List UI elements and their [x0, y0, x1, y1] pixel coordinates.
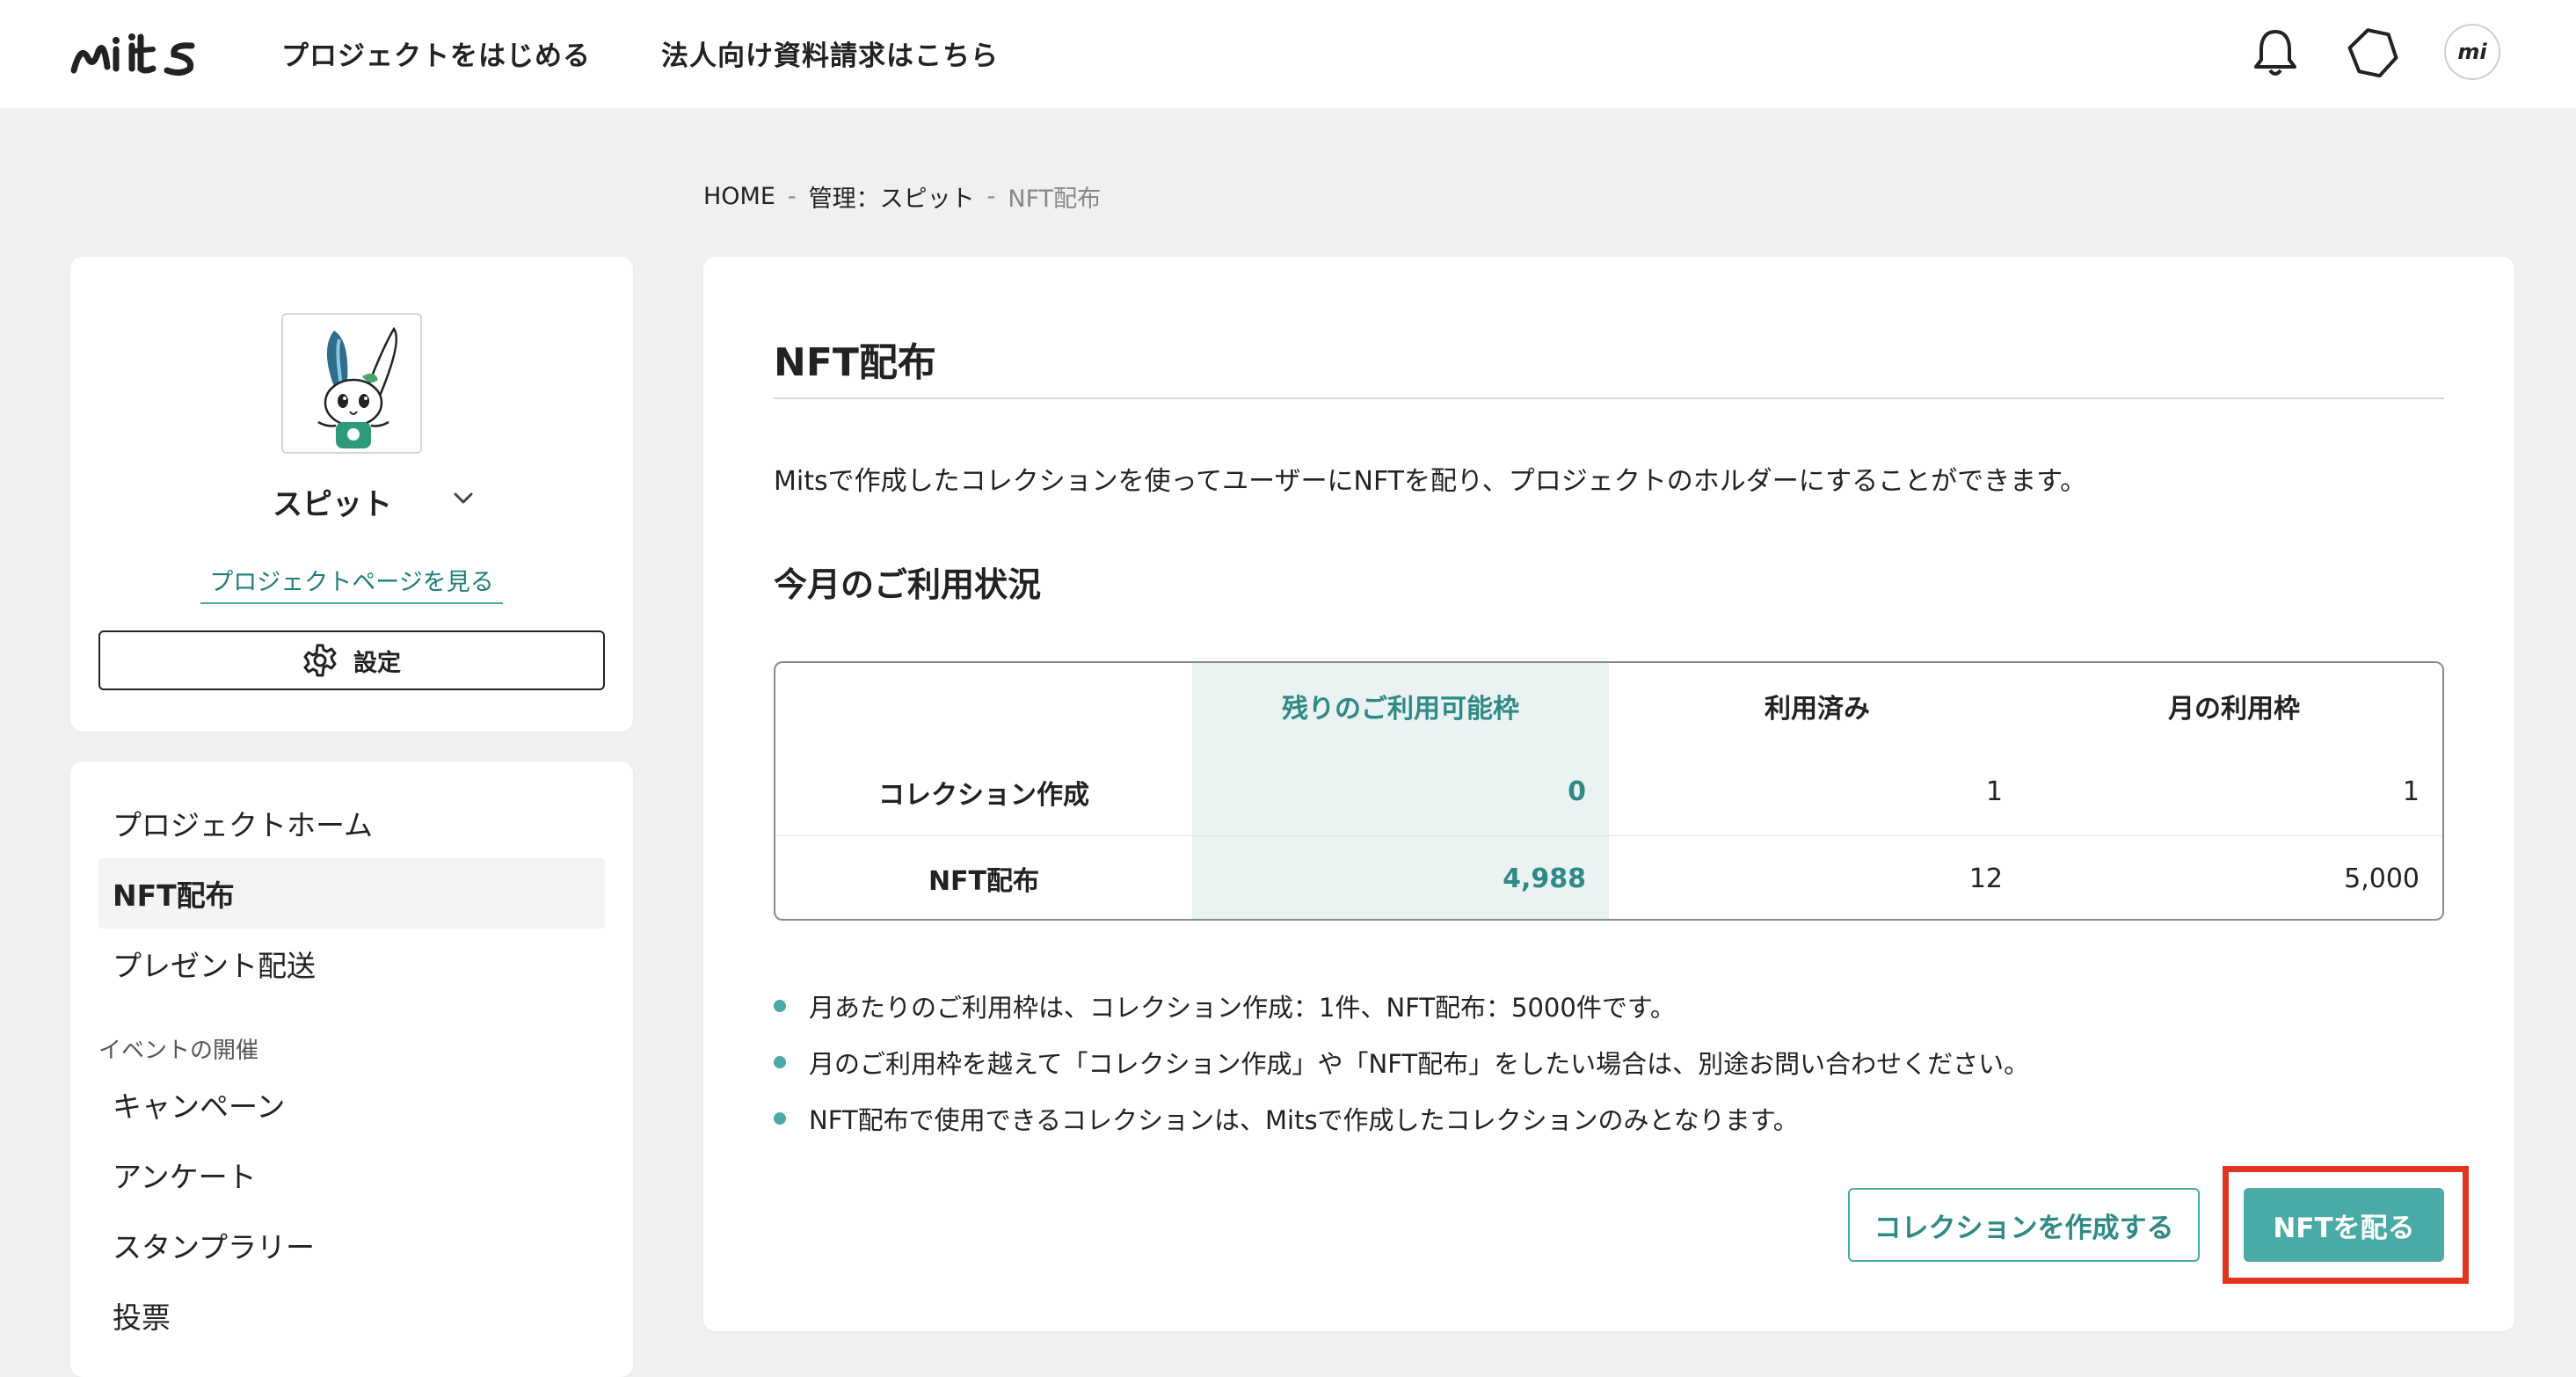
gear-icon [303, 644, 337, 677]
top-header: プロジェクトをはじめる 法人向け資料請求はこちら mi [0, 0, 2576, 108]
notes-list: 月あたりのご利用枠は、コレクション作成：1件、NFT配布：5000件です。 月の… [774, 978, 2029, 1147]
project-thumbnail [281, 313, 422, 454]
user-avatar[interactable]: mi [2444, 24, 2500, 80]
rabbit-mascot-image [317, 326, 398, 448]
sidebar-item-label: スタンプラリー [113, 1230, 316, 1264]
limit-value: 5,000 [2026, 834, 2442, 919]
table-header-row: 残りのご利用可能枠 利用済み 月の利用枠 [775, 663, 2442, 749]
row-label: コレクション作成 [878, 779, 1089, 811]
sidebar-item-present-delivery[interactable]: プレゼント配送 [98, 929, 605, 999]
usage-section-title: 今月のご利用状況 [774, 565, 1042, 604]
used-value: 12 [1609, 834, 2026, 919]
hexagon-icon[interactable] [2346, 28, 2400, 77]
sidebar-item-label: プレゼント配送 [113, 949, 316, 983]
chevron-down-icon[interactable] [450, 487, 477, 508]
sidebar-section-events: イベントの開催 [98, 1038, 259, 1064]
sidebar-item-campaign[interactable]: キャンペーン [98, 1069, 605, 1140]
sidebar-item-survey[interactable]: アンケート [98, 1140, 605, 1210]
sidebar-item-label: 投票 [113, 1300, 171, 1335]
project-card: スピット プロジェクトページを見る 設定 [70, 257, 633, 732]
sidebar-item-vote[interactable]: 投票 [98, 1280, 605, 1351]
list-item: 月あたりのご利用枠は、コレクション作成：1件、NFT配布：5000件です。 [774, 978, 2029, 1034]
sidebar-item-label: アンケート [113, 1160, 257, 1194]
project-page-link[interactable]: プロジェクトページを見る [200, 563, 503, 604]
bullet-icon [774, 1112, 786, 1125]
breadcrumb-home[interactable]: HOME [703, 183, 775, 210]
table-header-remaining: 残りのご利用可能枠 [1192, 663, 1609, 749]
row-label: NFT配布 [775, 834, 1192, 919]
breadcrumb: HOME - 管理：スピット - NFT配布 [703, 179, 1101, 214]
project-name: スピット [273, 487, 392, 522]
limit-value: 1 [2402, 776, 2420, 808]
usage-table: 残りのご利用可能枠 利用済み 月の利用枠 コレクション作成 0 1 1 NFT配… [774, 661, 2444, 921]
list-item: 月のご利用枠を越えて「コレクション作成」や「NFT配布」をしたい場合は、別途お問… [774, 1034, 2029, 1090]
bullet-icon [774, 1000, 786, 1012]
table-row: コレクション作成 0 1 1 [775, 749, 2442, 835]
page-title: NFT配布 [774, 340, 936, 385]
sidebar-item-label: キャンペーン [113, 1089, 286, 1124]
distribute-nft-button[interactable]: NFTを配る [2244, 1188, 2444, 1262]
bell-icon[interactable] [2251, 26, 2300, 79]
sidebar-item-label: NFT配布 [113, 878, 235, 913]
list-item: NFT配布で使用できるコレクションは、Mitsで作成したコレクションのみとなりま… [774, 1090, 2029, 1147]
remaining-value: 4,988 [1192, 834, 1609, 919]
note-text: 月あたりのご利用枠は、コレクション作成：1件、NFT配布：5000件です。 [809, 993, 1676, 1023]
sidebar-item-nft-distribution[interactable]: NFT配布 [98, 858, 605, 929]
sidebar-menu: プロジェクトホーム NFT配布 プレゼント配送 イベントの開催 キャンペーン ア… [70, 761, 633, 1377]
note-text: NFT配布で使用できるコレクションは、Mitsで作成したコレクションのみとなりま… [809, 1105, 1799, 1135]
used-value: 1 [1985, 776, 2003, 808]
table-row: NFT配布 4,988 12 5,000 [775, 834, 2442, 919]
nav-start-project[interactable]: プロジェクトをはじめる [281, 33, 591, 73]
avatar-label: mi [2457, 40, 2487, 64]
bullet-icon [774, 1056, 786, 1068]
breadcrumb-current: NFT配布 [1008, 186, 1102, 213]
page-description: Mitsで作成したコレクションを使ってユーザーにNFTを配り、プロジェクトのホル… [774, 466, 2087, 497]
table-header-empty [775, 663, 1192, 749]
settings-label: 設定 [353, 649, 401, 677]
mits-logo[interactable] [69, 25, 215, 79]
nav-corporate-docs[interactable]: 法人向け資料請求はこちら [661, 33, 999, 73]
sidebar-item-label: プロジェクトホーム [113, 808, 374, 842]
sidebar-item-stamp-rally[interactable]: スタンプラリー [98, 1210, 605, 1280]
create-collection-button[interactable]: コレクションを作成する [1848, 1188, 2200, 1262]
breadcrumb-separator: - [986, 183, 996, 210]
settings-button[interactable]: 設定 [98, 630, 605, 690]
table-header-used: 利用済み [1765, 694, 1870, 725]
table-header-limit: 月の利用枠 [2168, 694, 2300, 725]
note-text: 月のご利用枠を越えて「コレクション作成」や「NFT配布」をしたい場合は、別途お問… [809, 1049, 2030, 1079]
breadcrumb-separator: - [787, 183, 797, 210]
remaining-value: 0 [1192, 749, 1609, 835]
sidebar-item-project-home[interactable]: プロジェクトホーム [98, 788, 605, 858]
breadcrumb-manage[interactable]: 管理：スピット [809, 179, 975, 214]
title-divider [774, 397, 2444, 399]
main-content-card: NFT配布 Mitsで作成したコレクションを使ってユーザーにNFTを配り、プロジ… [703, 257, 2514, 1331]
